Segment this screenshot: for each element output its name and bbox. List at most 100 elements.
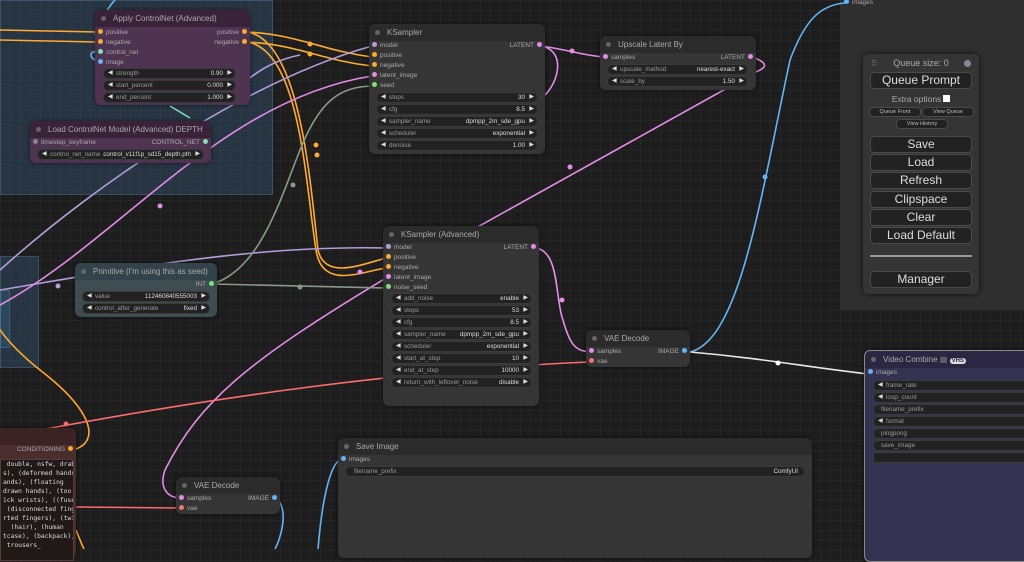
load-default-button[interactable]: Load Default — [870, 227, 972, 244]
save-button[interactable]: Save — [870, 136, 972, 153]
collapse-dot-icon[interactable] — [871, 357, 876, 362]
decrement-arrow-icon[interactable]: ◀ — [396, 342, 401, 351]
node-apply-controlnet[interactable]: Apply ControlNet (Advanced) positive neg… — [95, 10, 250, 105]
node-save-image[interactable]: Save Image images filename_prefix ComfyUI — [338, 438, 812, 558]
widget-scheduler[interactable]: ◀ scheduler exponential ▶ — [376, 128, 538, 139]
input-model[interactable]: model — [372, 41, 398, 51]
input-positive[interactable]: positive — [386, 253, 416, 263]
decrement-arrow-icon[interactable]: ◀ — [396, 366, 401, 375]
decrement-arrow-icon[interactable]: ◀ — [108, 81, 113, 90]
decrement-arrow-icon[interactable]: ◀ — [612, 65, 617, 74]
group-left-inner[interactable] — [0, 290, 10, 348]
widget-filename-prefix[interactable]: filename_prefix — [873, 404, 1024, 415]
output-positive[interactable]: positive — [217, 28, 247, 38]
collapse-dot-icon[interactable] — [81, 269, 86, 274]
increment-arrow-icon[interactable]: ▶ — [523, 330, 528, 339]
widget-control-after-generate[interactable]: ◀ control_after_generate fixed ▶ — [82, 303, 210, 314]
widget-filename-prefix[interactable]: filename_prefix ComfyUI — [345, 466, 805, 477]
node-upscale-latent[interactable]: Upscale Latent By samples LATENT ◀ upscal… — [600, 36, 756, 90]
widget-sampler-name[interactable]: ◀ sampler_name dpmpp_2m_sde_gpu ▶ — [376, 116, 538, 127]
input-vae[interactable]: vae — [179, 504, 197, 514]
increment-arrow-icon[interactable]: ▶ — [523, 354, 528, 363]
widget-cfg[interactable]: ◀ cfg 8.5 ▶ — [376, 104, 538, 115]
widget-start-percent[interactable]: ◀ start_percent 0.000 ▶ — [103, 80, 236, 91]
input-samples[interactable]: samples — [179, 494, 211, 504]
settings-gear-icon[interactable] — [964, 60, 971, 67]
refresh-button[interactable]: Refresh — [870, 172, 972, 189]
node-ksampler-advanced[interactable]: KSampler (Advanced) model positive negat… — [383, 226, 539, 406]
decrement-arrow-icon[interactable]: ◀ — [396, 330, 401, 339]
widget-format[interactable]: ◀ format — [873, 416, 1024, 427]
collapse-dot-icon[interactable] — [606, 42, 611, 47]
node-title[interactable]: KSampler — [369, 24, 545, 41]
view-queue-button[interactable]: View Queue — [922, 107, 974, 117]
collapse-dot-icon[interactable] — [592, 336, 597, 341]
output-int[interactable]: INT — [196, 280, 214, 290]
widget-empty[interactable] — [873, 452, 1024, 463]
load-button[interactable]: Load — [870, 154, 972, 171]
decrement-arrow-icon[interactable]: ◀ — [108, 93, 113, 102]
input-vae[interactable]: vae — [589, 357, 607, 367]
widget-upscale-method[interactable]: ◀ upscale_method nearest-exact ▶ — [607, 64, 748, 75]
increment-arrow-icon[interactable]: ▶ — [201, 304, 206, 313]
decrement-arrow-icon[interactable]: ◀ — [381, 93, 386, 102]
increment-arrow-icon[interactable]: ▶ — [523, 342, 528, 351]
collapse-dot-icon[interactable] — [182, 483, 187, 488]
node-vae-decode[interactable]: VAE Decode samples vae IMAGE — [586, 330, 690, 367]
decrement-arrow-icon[interactable]: ◀ — [396, 294, 401, 303]
increment-arrow-icon[interactable]: ▶ — [201, 292, 206, 301]
decrement-arrow-icon[interactable]: ◀ — [878, 417, 883, 426]
widget-loop-count[interactable]: ◀ loop_count — [873, 392, 1024, 403]
widget-pingpong[interactable]: pingpong — [873, 428, 1024, 439]
widget-cfg[interactable]: ◀ cfg 8.5 ▶ — [391, 317, 532, 328]
node-ksampler[interactable]: KSampler model positive negative latent_… — [369, 24, 545, 154]
widget-steps[interactable]: ◀ steps 53 ▶ — [391, 305, 532, 316]
node-video-combine[interactable]: Video Combine ▦ VHS images ◀ frame_rate ◀… — [864, 350, 1024, 562]
increment-arrow-icon[interactable]: ▶ — [523, 378, 528, 387]
widget-frame-rate[interactable]: ◀ frame_rate — [873, 380, 1024, 391]
decrement-arrow-icon[interactable]: ◀ — [381, 117, 386, 126]
output-latent[interactable]: LATENT — [504, 243, 536, 253]
widget-end-percent[interactable]: ◀ end_percent 1.000 ▶ — [103, 92, 236, 103]
manager-button[interactable]: Manager — [870, 271, 972, 288]
input-latent-image[interactable]: latent_image — [372, 71, 417, 81]
clear-button[interactable]: Clear — [870, 209, 972, 226]
decrement-arrow-icon[interactable]: ◀ — [878, 381, 883, 390]
output-image[interactable]: IMAGE — [658, 347, 687, 357]
input-timestep-keyframe[interactable]: timestep_keyframe — [33, 138, 96, 148]
node-title[interactable]: VAE Decode — [586, 330, 690, 347]
collapse-dot-icon[interactable] — [375, 30, 380, 35]
input-control-net[interactable]: control_net — [98, 48, 138, 58]
extra-options-checkbox[interactable] — [943, 95, 951, 103]
decrement-arrow-icon[interactable]: ◀ — [108, 69, 113, 78]
decrement-arrow-icon[interactable]: ◀ — [396, 318, 401, 327]
widget-scheduler[interactable]: ◀ scheduler exponential ▶ — [391, 341, 532, 352]
widget-return-with-leftover-noise[interactable]: ◀ return_with_leftover_noise disable ▶ — [391, 377, 532, 388]
output-latent[interactable]: LATENT — [721, 53, 753, 63]
increment-arrow-icon[interactable]: ▶ — [227, 93, 232, 102]
collapse-dot-icon[interactable] — [344, 444, 349, 449]
widget-denoise[interactable]: ◀ denoise 1.00 ▶ — [376, 140, 538, 151]
widget-add-noise[interactable]: ◀ add_noise enable ▶ — [391, 293, 532, 304]
collapse-dot-icon[interactable] — [36, 127, 41, 132]
decrement-arrow-icon[interactable]: ◀ — [396, 354, 401, 363]
decrement-arrow-icon[interactable]: ◀ — [396, 306, 401, 315]
node-title[interactable]: Primitive (I'm using this as seed) — [75, 263, 217, 280]
increment-arrow-icon[interactable]: ▶ — [523, 294, 528, 303]
node-title[interactable]: Upscale Latent By — [600, 36, 756, 53]
increment-arrow-icon[interactable]: ▶ — [523, 306, 528, 315]
decrement-arrow-icon[interactable]: ◀ — [381, 105, 386, 114]
node-title[interactable]: Video Combine ▦ VHS — [865, 351, 1024, 368]
input-negative[interactable]: negative — [98, 38, 131, 48]
increment-arrow-icon[interactable]: ▶ — [739, 65, 744, 74]
node-title[interactable]: Load ControlNet Model (Advanced) DEPTH — [30, 121, 211, 138]
increment-arrow-icon[interactable]: ▶ — [529, 129, 534, 138]
widget-scale-by[interactable]: ◀ scale_by 1.50 ▶ — [607, 76, 748, 87]
node-title[interactable]: VAE Decode — [176, 477, 280, 494]
output-control-net[interactable]: CONTROL_NET — [152, 138, 208, 148]
increment-arrow-icon[interactable]: ▶ — [739, 77, 744, 86]
input-negative[interactable]: negative — [386, 263, 419, 273]
input-model[interactable]: model — [386, 243, 412, 253]
input-samples[interactable]: samples — [589, 347, 621, 357]
input-latent-image[interactable]: latent_image — [386, 273, 431, 283]
